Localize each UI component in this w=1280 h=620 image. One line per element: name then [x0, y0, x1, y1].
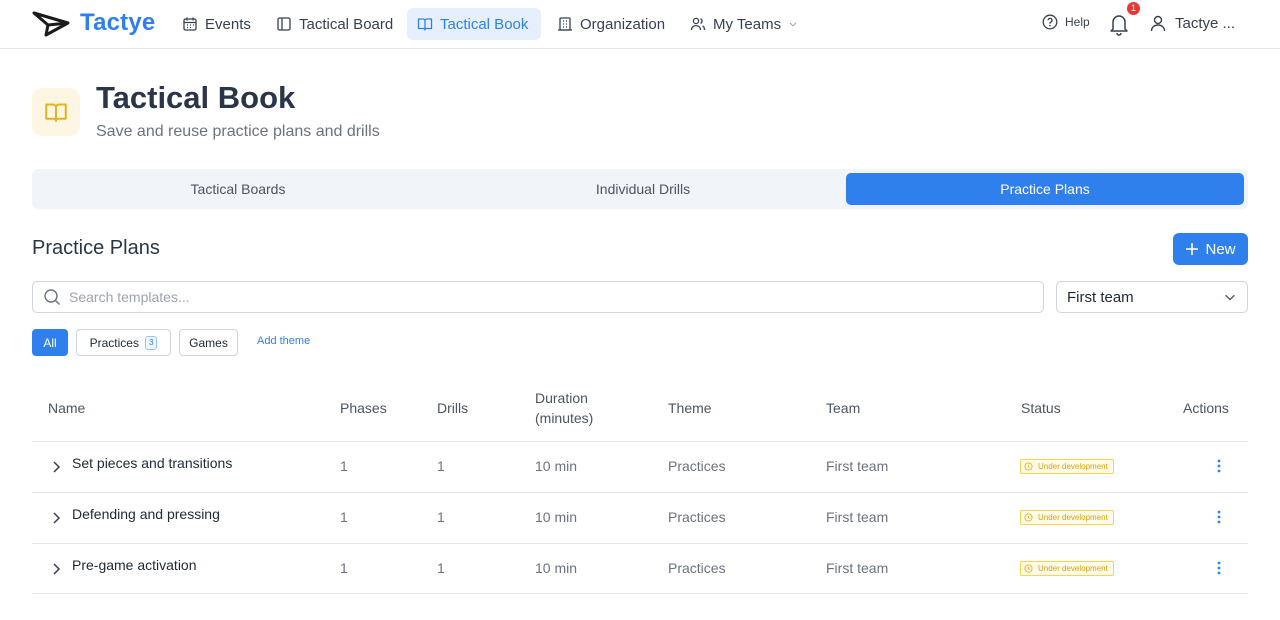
row-theme: Practices	[668, 560, 726, 576]
clock-icon	[1024, 564, 1033, 573]
row-team: First team	[826, 458, 889, 474]
column-header-team[interactable]: Team	[826, 398, 860, 418]
nav-item-organization[interactable]: Organization	[547, 8, 675, 40]
column-header-duration[interactable]: Duration (minutes)	[535, 388, 593, 428]
user-name: Tactye ...	[1175, 14, 1236, 32]
add-theme-link[interactable]: Add theme	[257, 335, 310, 347]
new-button-label: New	[1205, 240, 1236, 258]
row-phases: 1	[340, 458, 348, 474]
column-header-status[interactable]: Status	[1021, 398, 1061, 418]
clock-icon	[1024, 513, 1033, 522]
top-navigation: Tactye Events Tactical Board Tactical Bo…	[0, 0, 1280, 49]
row-phases: 1	[340, 560, 348, 576]
status-badge: Under development	[1020, 510, 1114, 525]
help-link[interactable]: Help	[1042, 14, 1090, 30]
filter-practices-label: Practices	[89, 335, 139, 350]
column-header-drills[interactable]: Drills	[437, 398, 468, 418]
row-name: Defending and pressing	[72, 506, 220, 522]
tab-tactical-boards[interactable]: Tactical Boards	[36, 173, 440, 205]
brand-name: Tactye	[80, 9, 156, 36]
status-badge: Under development	[1020, 459, 1114, 474]
row-team: First team	[826, 509, 889, 525]
nav-label: Organization	[580, 15, 666, 33]
search-input[interactable]	[69, 289, 969, 305]
table-row[interactable]: Pre-game activation 1 1 10 min Practices…	[32, 543, 1248, 594]
row-drills: 1	[437, 560, 445, 576]
row-duration: 10 min	[535, 560, 578, 576]
filter-games[interactable]: Games	[179, 329, 238, 356]
nav-label: My Teams	[713, 15, 782, 33]
chevron-right-icon[interactable]	[51, 562, 61, 576]
bell-icon[interactable]	[1108, 12, 1130, 36]
row-theme: Practices	[668, 509, 726, 525]
brand-logo[interactable]: Tactye	[32, 9, 155, 37]
column-header-duration-line1: Duration	[535, 390, 588, 406]
chevron-right-icon[interactable]	[51, 460, 61, 474]
new-button[interactable]: New	[1173, 233, 1248, 265]
filter-practices[interactable]: Practices 3	[76, 329, 171, 356]
page-icon	[32, 88, 80, 136]
help-label: Help	[1065, 15, 1090, 29]
column-header-duration-line2: (minutes)	[535, 410, 594, 426]
building-icon	[558, 17, 572, 31]
nav-label: Tactical Board	[299, 15, 394, 33]
status-label: Under development	[1038, 462, 1108, 471]
nav-label: Events	[205, 15, 251, 33]
user-icon	[1150, 15, 1166, 32]
nav-item-my-teams[interactable]: My Teams	[680, 8, 808, 40]
notification-badge: 1	[1127, 2, 1140, 15]
section-title: Practice Plans	[32, 237, 160, 259]
row-duration: 10 min	[535, 509, 578, 525]
row-phases: 1	[340, 509, 348, 525]
team-select[interactable]: First team	[1056, 281, 1248, 313]
more-vertical-icon[interactable]	[1215, 457, 1223, 475]
nav-item-events[interactable]: Events	[172, 8, 261, 40]
row-drills: 1	[437, 458, 445, 474]
board-icon	[277, 17, 291, 31]
row-name: Pre-game activation	[72, 557, 197, 573]
status-label: Under development	[1038, 564, 1108, 573]
plus-icon	[1186, 243, 1199, 255]
book-icon	[417, 18, 433, 31]
tab-individual-drills[interactable]: Individual Drills	[440, 173, 846, 205]
search-box[interactable]	[32, 281, 1044, 313]
tab-practice-plans[interactable]: Practice Plans	[846, 173, 1244, 205]
column-header-phases[interactable]: Phases	[340, 398, 387, 418]
chevron-down-icon	[789, 22, 797, 27]
row-team: First team	[826, 560, 889, 576]
tab-bar: Tactical Boards Individual Drills Practi…	[32, 169, 1248, 209]
team-select-value: First team	[1067, 288, 1134, 306]
column-header-theme[interactable]: Theme	[668, 398, 712, 418]
column-header-name[interactable]: Name	[48, 398, 85, 418]
row-name: Set pieces and transitions	[72, 455, 233, 471]
filter-practices-count: 3	[144, 335, 158, 350]
nav-item-tactical-board[interactable]: Tactical Board	[266, 8, 403, 40]
clock-icon	[1024, 462, 1033, 471]
nav-item-tactical-book[interactable]: Tactical Book	[407, 8, 541, 40]
row-duration: 10 min	[535, 458, 578, 474]
chevron-down-icon	[1225, 294, 1235, 301]
column-header-actions: Actions	[1183, 400, 1229, 416]
more-vertical-icon[interactable]	[1215, 559, 1223, 577]
more-vertical-icon[interactable]	[1215, 508, 1223, 526]
status-badge: Under development	[1020, 561, 1114, 576]
book-icon	[45, 103, 67, 122]
page-subtitle: Save and reuse practice plans and drills	[96, 123, 380, 140]
user-menu[interactable]: Tactye ...	[1149, 14, 1235, 32]
table-row[interactable]: Set pieces and transitions 1 1 10 min Pr…	[32, 441, 1248, 492]
users-icon	[690, 17, 706, 31]
page-title: Tactical Book	[96, 80, 296, 115]
calendar-icon	[183, 17, 197, 31]
table-row[interactable]: Defending and pressing 1 1 10 min Practi…	[32, 492, 1248, 543]
search-icon	[44, 289, 60, 305]
nav-label: Tactical Book	[440, 15, 529, 33]
row-theme: Practices	[668, 458, 726, 474]
tactye-logo-icon	[32, 11, 70, 37]
help-circle-icon	[1042, 14, 1058, 30]
chevron-right-icon[interactable]	[51, 511, 61, 525]
status-label: Under development	[1038, 513, 1108, 522]
row-drills: 1	[437, 509, 445, 525]
filter-all[interactable]: All	[32, 329, 68, 356]
